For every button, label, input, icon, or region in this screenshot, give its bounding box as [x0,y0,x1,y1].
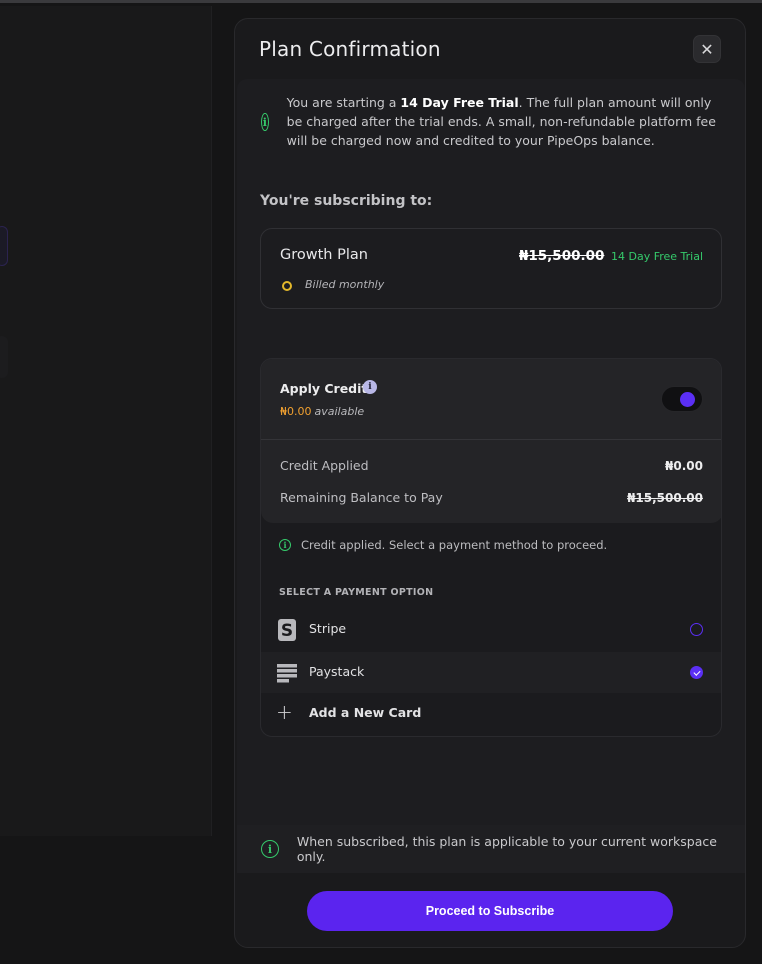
payment-option-label: Stripe [309,621,347,636]
trial-notice-text: You are starting a 14 Day Free Trial. Th… [286,95,716,148]
credit-applied-label: Credit Applied [280,458,369,473]
info-icon: i [261,840,279,858]
modal-title: Plan Confirmation [259,37,441,61]
credit-applied-note-text: Credit applied. Select a payment method … [301,538,608,552]
add-new-card-label: Add a New Card [309,705,422,720]
apply-credit-title: Apply Credit [280,381,368,396]
apply-credit-toggle[interactable] [661,386,703,412]
plan-confirmation-modal: Plan Confirmation ✕ i You are starting a… [234,18,746,948]
svg-text:S: S [281,621,293,641]
plus-icon: + [276,700,293,724]
trial-highlight: 14 Day Free Trial [400,95,519,110]
apply-credit-section: Apply Credit i ₦0.00 available Credit App… [261,359,721,523]
add-new-card-button[interactable]: + Add a New Card [261,693,721,734]
close-icon: ✕ [700,39,714,59]
credit-available: ₦0.00 available [280,405,365,418]
background-item [0,336,8,378]
plan-price: ₦15,500.00 [519,248,605,264]
window-top-border [0,0,762,3]
payment-option-label: Paystack [309,664,365,679]
trial-notice: i You are starting a 14 Day Free Trial. … [261,93,721,150]
workspace-notice-text: When subscribed, this plan is applicable… [296,834,717,864]
trial-badge: 14 Day Free Trial [611,250,704,263]
billing-dot-icon [282,281,292,291]
subscribing-label: You're subscribing to: [260,193,433,209]
plan-card: Growth Plan ₦15,500.00 14 Day Free Trial… [260,228,722,309]
credit-applied-value: ₦0.00 [665,459,703,473]
payment-section-label: SELECT A PAYMENT OPTION [279,587,434,598]
paystack-icon [277,662,297,684]
toggle-knob [680,392,695,407]
remaining-balance-label: Remaining Balance to Pay [280,490,443,505]
info-icon: i [279,539,291,551]
divider [261,439,721,440]
credit-applied-note: i Credit applied. Select a payment metho… [279,538,607,552]
modal-body: i You are starting a 14 Day Free Trial. … [237,79,745,871]
billing-period: Billed monthly [305,278,385,291]
credit-available-amount: ₦0.00 [280,405,312,418]
workspace-notice: i When subscribed, this plan is applicab… [237,825,745,873]
radio-button[interactable] [690,623,703,636]
radio-button-checked[interactable] [690,666,703,679]
payment-option-paystack[interactable]: Paystack [261,652,721,693]
plan-name: Growth Plan [280,247,368,263]
background-panel [0,6,212,836]
proceed-to-subscribe-button[interactable]: Proceed to Subscribe [307,891,673,931]
payment-option-stripe[interactable]: S Stripe [261,609,721,650]
stripe-icon: S [277,619,297,641]
background-item [0,226,8,266]
payment-card: Apply Credit i ₦0.00 available Credit App… [260,358,722,737]
close-button[interactable]: ✕ [693,35,721,63]
info-icon: i [261,113,269,131]
remaining-balance-value: ₦15,500.00 [627,491,703,505]
credit-info-icon[interactable]: i [363,380,377,394]
